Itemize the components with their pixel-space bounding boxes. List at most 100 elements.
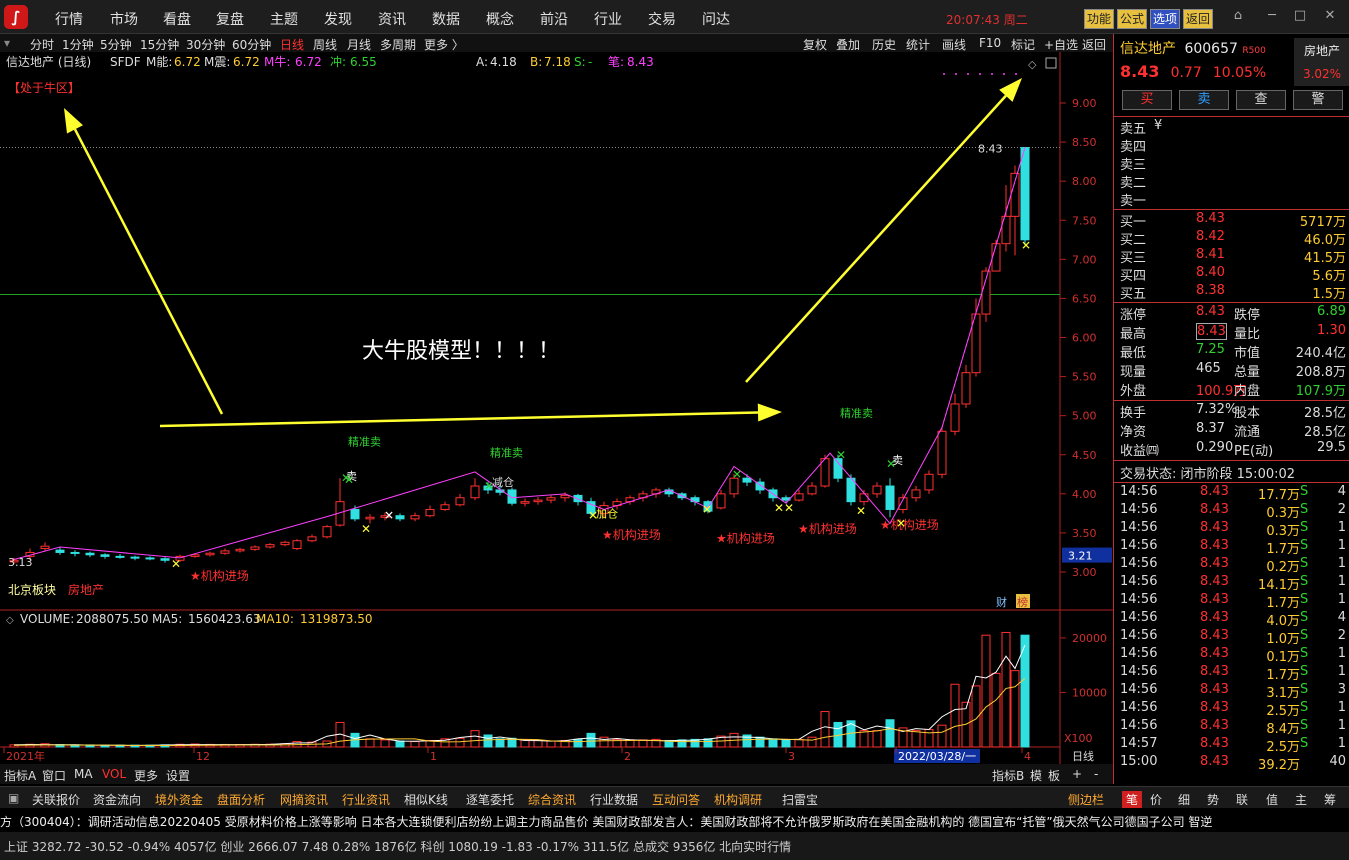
tool-button[interactable]: F10	[979, 36, 1001, 50]
menu-item[interactable]: 概念	[486, 9, 514, 29]
menu-item[interactable]: 看盘	[163, 9, 191, 29]
trade-button[interactable]: 查	[1236, 90, 1286, 110]
period-tab[interactable]: 日线	[280, 36, 304, 53]
period-tab[interactable]: 多周期	[380, 36, 416, 53]
collapse-icon[interactable]: ▣	[8, 791, 19, 805]
menu-item[interactable]: 问达	[702, 9, 730, 29]
quote-panel-tab[interactable]: 细	[1178, 791, 1190, 808]
volume-bar	[677, 739, 687, 748]
function-tab[interactable]: 扫雷宝	[782, 791, 818, 808]
indicator-tab[interactable]: 窗口	[42, 767, 66, 784]
period-tab[interactable]: 30分钟	[186, 36, 225, 53]
quote-panel-tab[interactable]: 笔	[1122, 791, 1143, 808]
indicator-tab[interactable]: 设置	[166, 767, 190, 784]
function-tab[interactable]: 机构调研	[714, 791, 762, 808]
maximize-icon[interactable]: □	[1290, 6, 1310, 26]
period-tab[interactable]: 5分钟	[100, 36, 132, 53]
function-tab[interactable]: 逐笔委托	[466, 791, 514, 808]
top-button[interactable]: 功能	[1084, 9, 1115, 29]
menu-item[interactable]: 前沿	[540, 9, 568, 29]
menu-item[interactable]: 数据	[432, 9, 460, 29]
tool-button[interactable]: 返回	[1082, 36, 1106, 53]
indicator-tab[interactable]: 更多	[134, 767, 158, 784]
menu-item[interactable]: 资讯	[378, 9, 406, 29]
period-tab[interactable]: 分时	[30, 36, 54, 53]
menu-item[interactable]: 复盘	[216, 9, 244, 29]
tool-button[interactable]: +自选	[1044, 36, 1078, 53]
function-tab[interactable]: 关联报价	[32, 791, 80, 808]
minimize-icon[interactable]: ─	[1262, 6, 1282, 26]
menu-item[interactable]: 市场	[110, 9, 138, 29]
rank-badge[interactable]: 榜	[1017, 595, 1028, 609]
tick-price: 8.43	[1200, 736, 1229, 751]
indicator-tab[interactable]: MA	[74, 767, 93, 781]
tick-side: S	[1300, 538, 1309, 553]
tool-button[interactable]: 叠加	[836, 36, 860, 53]
diamond-icon[interactable]: ◇	[1028, 58, 1037, 71]
app-logo-icon[interactable]: ∫	[4, 5, 28, 29]
trade-button[interactable]: 警	[1293, 90, 1343, 110]
function-tab[interactable]: 境外资金	[155, 791, 203, 808]
skin-icon[interactable]: ⌂	[1228, 6, 1248, 26]
function-tab[interactable]: 行业资讯	[342, 791, 390, 808]
news-ticker[interactable]: 方（300404）：调研活动信息20220405 受原材料价格上涨等影响 日本各…	[0, 810, 1349, 830]
period-tab[interactable]: 15分钟	[140, 36, 179, 53]
tick-price: 8.43	[1200, 538, 1229, 553]
function-tab[interactable]: 盘面分析	[217, 791, 265, 808]
quote-panel-tab[interactable]: 势	[1207, 791, 1219, 808]
indicator-control[interactable]: 模	[1030, 767, 1042, 784]
indicator-tab[interactable]: 指标A	[4, 767, 36, 784]
stock-tag: R500	[1242, 46, 1266, 56]
quote-panel-tab[interactable]: 主	[1295, 791, 1307, 808]
signal-x-marker: ✕	[856, 504, 866, 518]
function-tab[interactable]: 资金流向	[93, 791, 141, 808]
menu-item[interactable]: 发现	[324, 9, 352, 29]
function-tab[interactable]: 互动问答	[652, 791, 700, 808]
function-tab[interactable]: 综合资讯	[528, 791, 576, 808]
quote-panel-tab[interactable]: 值	[1266, 791, 1278, 808]
top-button[interactable]: 公式	[1117, 9, 1148, 29]
candle	[937, 427, 947, 479]
menu-item[interactable]: 主题	[270, 9, 298, 29]
quote-panel-tab[interactable]: 筹	[1324, 791, 1336, 808]
function-tab[interactable]: 网摘资讯	[280, 791, 328, 808]
sector-name[interactable]: 房地产	[1294, 42, 1349, 59]
sidebar-toggle[interactable]: 侧边栏	[1068, 791, 1104, 808]
function-tab[interactable]: 行业数据	[590, 791, 638, 808]
period-tab[interactable]: 月线	[347, 36, 371, 53]
close-icon[interactable]: ✕	[1320, 6, 1340, 26]
indicator-control[interactable]: +	[1072, 767, 1082, 781]
indicator-control[interactable]: 指标B	[992, 767, 1024, 784]
menu-item[interactable]: 行情	[55, 9, 83, 29]
top-button[interactable]: 返回	[1183, 9, 1214, 29]
indicator-control[interactable]: -	[1094, 767, 1098, 781]
stat-value: 28.5亿	[1304, 425, 1346, 440]
tick-volume: 17.7万	[1258, 488, 1300, 503]
stat-label: 收益㈣	[1120, 444, 1160, 459]
period-tab[interactable]: 1分钟	[62, 36, 94, 53]
top-button[interactable]: 选项	[1150, 9, 1181, 29]
indicator-tab[interactable]: VOL	[102, 767, 126, 781]
tool-button[interactable]: 画线	[942, 36, 966, 53]
tool-button[interactable]: 复权	[803, 36, 827, 53]
kline-chart[interactable]: 9.00 8.50 8.00 7.50 7.00 6.50 6.00 5.50 5.00 4.50…	[0, 52, 1113, 764]
dropdown-icon[interactable]: ▾	[4, 36, 10, 50]
stat-value: 29.5	[1317, 440, 1346, 455]
tool-button[interactable]: 统计	[906, 36, 930, 53]
menu-item[interactable]: 交易	[648, 9, 676, 29]
bid-label: 买五	[1120, 287, 1147, 302]
menu-item[interactable]: 行业	[594, 9, 622, 29]
function-tab[interactable]: 相似K线	[404, 791, 448, 808]
period-tab[interactable]: 60分钟	[232, 36, 271, 53]
indicator-control[interactable]: 板	[1048, 767, 1060, 784]
quote-panel-tab[interactable]: 价	[1150, 791, 1162, 808]
period-tab[interactable]: 周线	[313, 36, 337, 53]
volume-menu-icon[interactable]: ◇	[6, 615, 14, 626]
tool-button[interactable]: 标记	[1011, 36, 1035, 53]
tool-button[interactable]: 历史	[872, 36, 896, 53]
period-tab[interactable]: 更多 〉	[424, 36, 464, 53]
trade-button[interactable]: 卖	[1179, 90, 1229, 110]
quote-panel-tab[interactable]: 联	[1236, 791, 1248, 808]
trade-button[interactable]: 买	[1122, 90, 1172, 110]
finance-badge[interactable]: 财	[996, 595, 1007, 609]
